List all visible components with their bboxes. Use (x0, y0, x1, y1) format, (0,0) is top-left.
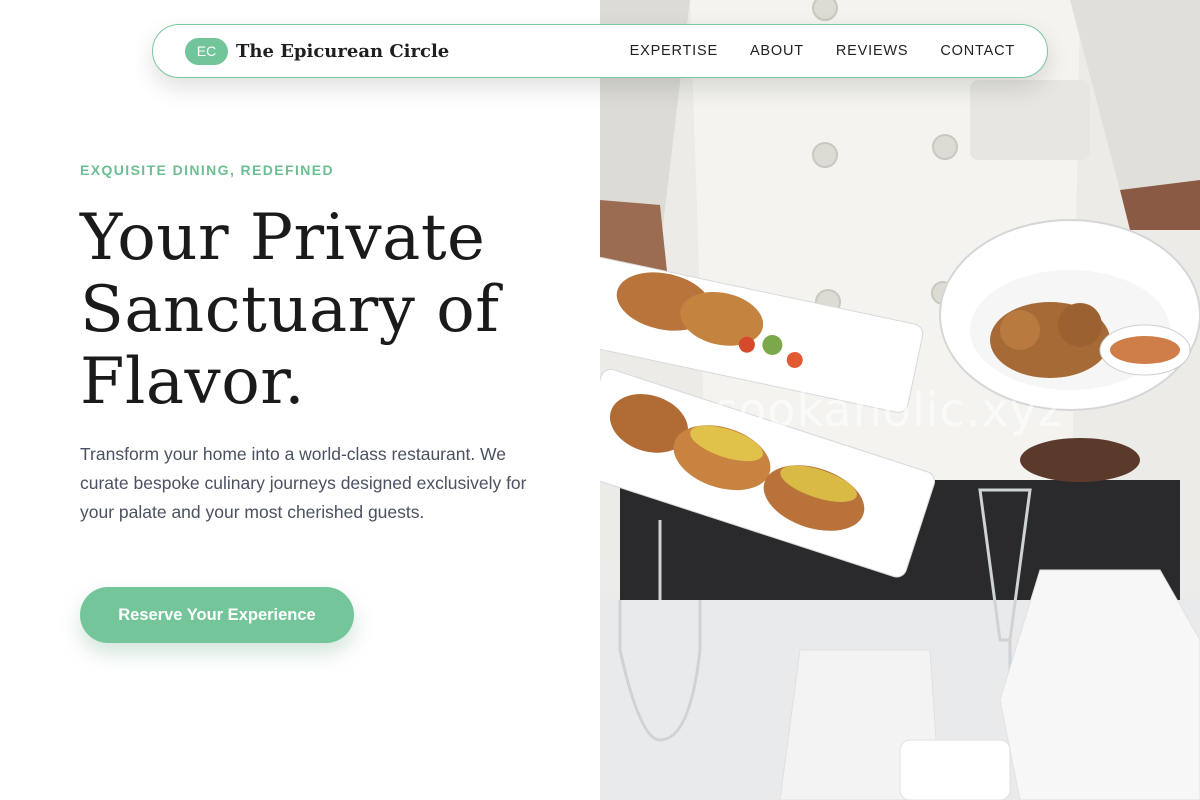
nav-link-contact[interactable]: CONTACT (940, 43, 1015, 59)
headline-line-3: Flavor. (80, 345, 306, 419)
nav-link-expertise[interactable]: EXPERTISE (630, 43, 718, 59)
nav-links: EXPERTISE ABOUT REVIEWS CONTACT (630, 43, 1015, 59)
brand-logo[interactable]: EC The Epicurean Circle (185, 37, 450, 65)
nav-link-about[interactable]: ABOUT (750, 43, 804, 59)
reserve-experience-button[interactable]: Reserve Your Experience (80, 587, 354, 643)
image-watermark: cookaholic.xyz (712, 383, 1063, 437)
brand-name: The Epicurean Circle (236, 40, 450, 62)
hero-eyebrow: EXQUISITE DINING, REDEFINED (80, 162, 335, 178)
hero-headline: Your Private Sanctuary of Flavor. (80, 202, 580, 418)
headline-line-2: Sanctuary of (80, 273, 500, 347)
headline-line-1: Your Private (80, 201, 486, 275)
brand-badge: EC (185, 37, 228, 65)
hero-description: Transform your home into a world-class r… (80, 444, 527, 522)
nav-link-reviews[interactable]: REVIEWS (836, 43, 908, 59)
hero-photo: cookaholic.xyz (600, 0, 1200, 800)
top-navbar: EC The Epicurean Circle EXPERTISE ABOUT … (152, 24, 1048, 78)
